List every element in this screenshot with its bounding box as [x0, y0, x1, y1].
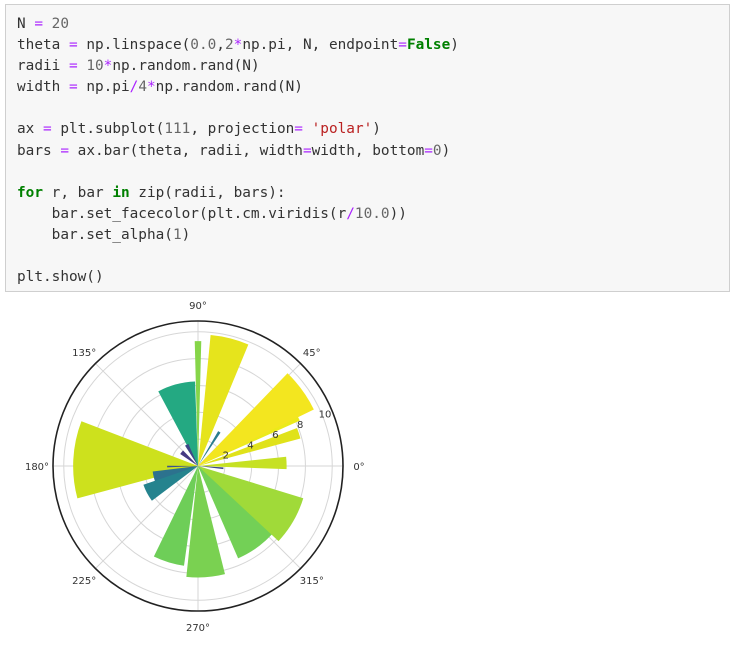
code-token: np.pi, N, endpoint — [242, 37, 399, 54]
radial-tick-label: 8 — [297, 420, 303, 431]
angle-tick-label: 225° — [72, 576, 96, 587]
code-token: = — [68, 58, 78, 75]
code-line: theta = np.linspace(0.0,2*np.pi, N, endp… — [17, 35, 459, 56]
code-token: = — [34, 16, 43, 32]
radial-tick-label: 4 — [247, 440, 253, 451]
code-line: for r, bar in zip(radii, bars): — [17, 183, 459, 204]
code-line: bar.set_alpha(1) — [17, 225, 459, 246]
radial-tick-label: 10 — [319, 410, 332, 421]
code-token: 10.0 — [354, 205, 390, 222]
code-token: 20 — [51, 16, 69, 32]
code-token: * — [146, 79, 156, 96]
angle-tick-label: 315° — [300, 576, 324, 587]
code-token: zip(radii, bars): — [129, 184, 286, 201]
code-token: bar.set_facecolor(plt.cm.viridis(r — [17, 205, 347, 222]
code-token: ) — [441, 142, 451, 159]
code-token: for — [17, 184, 43, 201]
code-token: theta — [17, 37, 69, 54]
code-token: ) — [181, 226, 191, 243]
code-token: np.linspace( — [77, 37, 191, 54]
code-token: plt.show() — [17, 269, 104, 286]
code-line: radii = 10*np.random.rand(N) — [17, 56, 459, 77]
code-token: = — [68, 37, 78, 54]
code-token: ) — [372, 121, 381, 138]
code-line: plt.show() — [17, 267, 459, 288]
code-token: * — [233, 37, 243, 54]
code-token: 1 — [172, 226, 182, 243]
code-token: 'polar' — [311, 121, 373, 138]
code-token: = — [302, 142, 312, 159]
code-token: r, bar — [43, 184, 113, 201]
code-token: np.pi — [77, 79, 130, 96]
code-token: , projection — [190, 121, 295, 138]
code-token: ax — [17, 121, 43, 138]
code-token: bar.set_alpha( — [17, 226, 173, 243]
code-token: 2 — [224, 37, 234, 54]
code-token: False — [406, 37, 451, 54]
code-line: bars = ax.bar(theta, radii, width=width,… — [17, 141, 459, 162]
code-token: np.random.rand(N) — [112, 58, 260, 75]
code-token: 0.0 — [190, 37, 217, 54]
code-token: in — [112, 184, 130, 201]
angle-tick-label: 135° — [72, 348, 96, 359]
code-token: 0 — [432, 142, 442, 159]
code-token: = — [294, 121, 303, 138]
angle-tick-label: 270° — [186, 623, 210, 634]
angle-tick-label: 0° — [353, 462, 364, 473]
code-token: radii — [17, 58, 69, 75]
code-token: , — [216, 37, 225, 54]
code-line: ax = plt.subplot(111, projection= 'polar… — [17, 119, 459, 140]
code-token: / — [346, 205, 355, 222]
code-token: ) — [450, 37, 459, 54]
code-token: )) — [389, 205, 407, 222]
radial-tick-label: 2 — [223, 451, 229, 462]
code-token: 10 — [86, 58, 104, 75]
code-editor[interactable]: N = 20 theta = np.linspace(0.0,2*np.pi, N… — [17, 14, 459, 288]
code-cell-output: 0° 45° 90° 135° 180° 225° 270° 315° 2 4 6 8 10 — [0, 296, 741, 646]
radial-tick-label: 6 — [272, 430, 278, 441]
angle-tick-label: 180° — [25, 462, 49, 473]
code-token: width — [17, 79, 69, 96]
code-line: width = np.pi/4*np.random.rand(N) — [17, 77, 459, 98]
code-token: N — [17, 16, 35, 32]
code-token: bars — [17, 142, 61, 159]
code-token: = — [424, 142, 433, 159]
polar-bar-chart: 0° 45° 90° 135° 180° 225° 270° 315° 2 4 6 8 10 — [25, 301, 365, 634]
code-token: / — [129, 79, 139, 96]
code-line: bar.set_facecolor(plt.cm.viridis(r/10.0)… — [17, 204, 459, 225]
code-cell-input[interactable]: N = 20 theta = np.linspace(0.0,2*np.pi, N… — [5, 4, 730, 292]
code-token: plt.subplot( — [51, 121, 165, 138]
code-line: N = 20 — [17, 14, 459, 35]
angle-tick-label: 90° — [189, 301, 207, 312]
code-token: = — [60, 142, 69, 159]
code-token: = — [398, 37, 407, 54]
angle-tick-label: 45° — [303, 348, 321, 359]
code-token: = — [43, 121, 52, 138]
code-token: 111 — [164, 121, 191, 138]
code-token: = — [68, 79, 78, 96]
code-token: 4 — [138, 79, 147, 96]
code-token: np.random.rand(N) — [155, 79, 303, 96]
code-token: width, bottom — [311, 142, 425, 159]
code-token: ax.bar(theta, radii, width — [69, 142, 303, 159]
